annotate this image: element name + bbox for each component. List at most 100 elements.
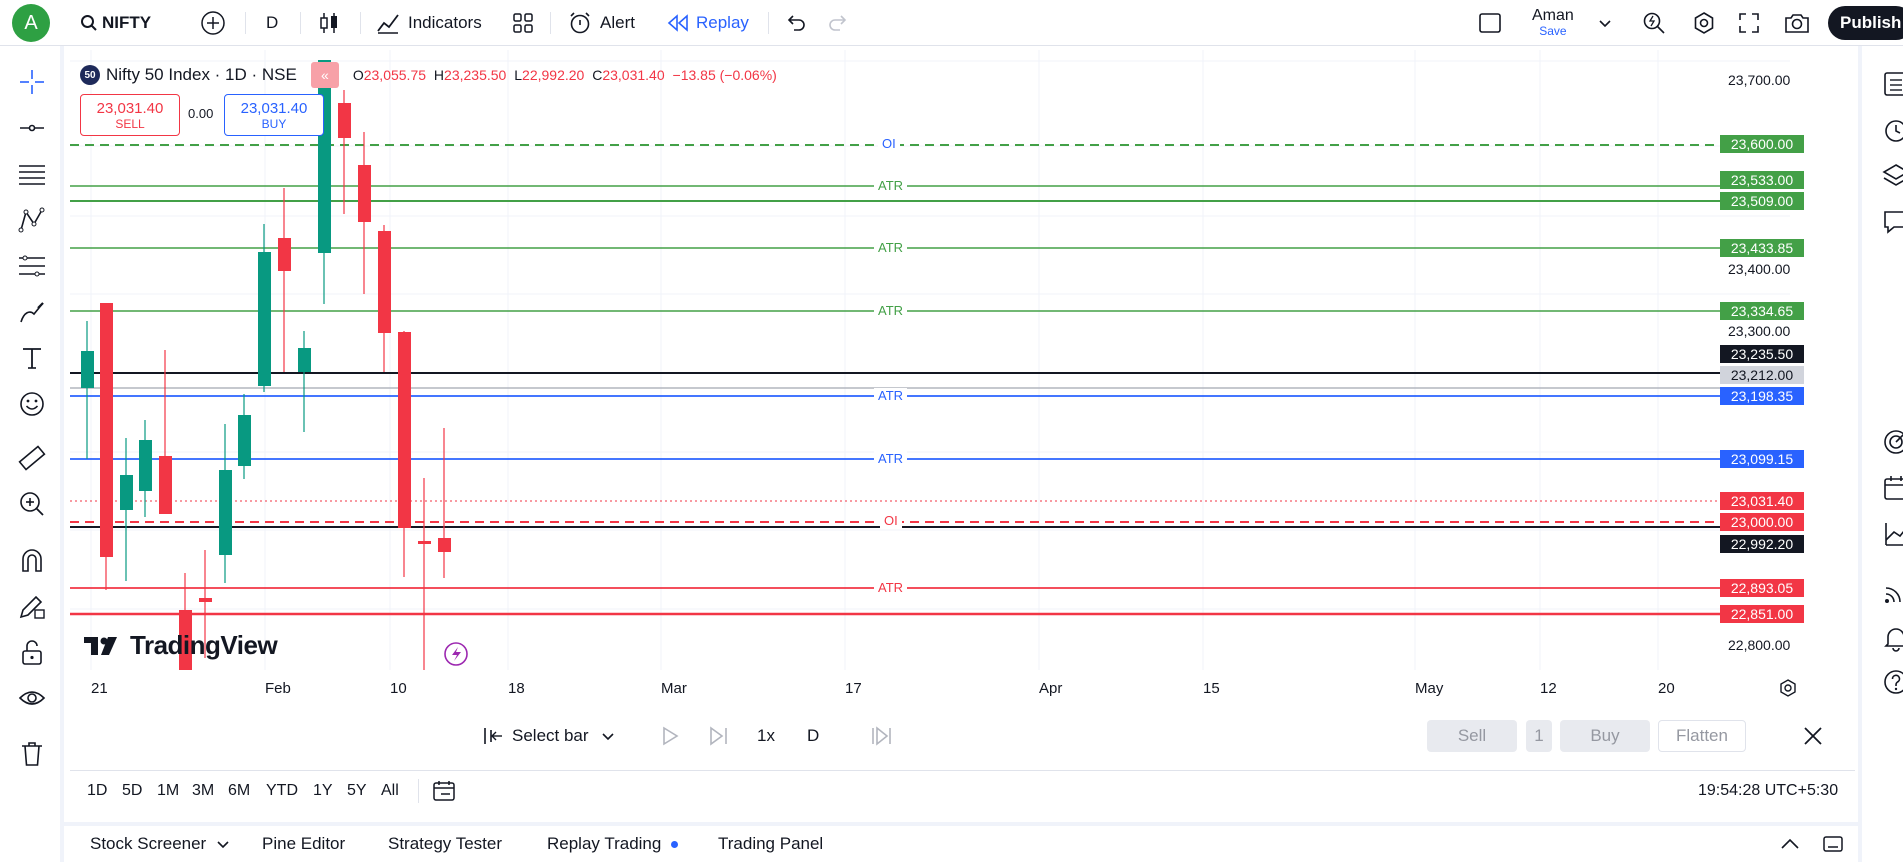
crosshair-tool[interactable] — [14, 64, 50, 100]
range-5y[interactable]: 5Y — [347, 771, 367, 811]
ideas-button[interactable] — [1878, 424, 1903, 460]
flatten-button[interactable]: Flatten — [1658, 720, 1746, 752]
jump-to-realtime-button[interactable] — [870, 720, 894, 752]
pattern-tool[interactable] — [14, 202, 50, 238]
tab-trading-panel[interactable]: Trading Panel — [718, 826, 823, 862]
lightning-search-icon — [1643, 12, 1665, 34]
zoom-tool[interactable] — [14, 486, 50, 522]
fullscreen-button[interactable] — [1738, 0, 1760, 46]
clock-display[interactable]: 19:54:28 UTC+5:30 — [1698, 771, 1838, 811]
price-chart[interactable] — [70, 50, 1855, 670]
speed-button[interactable]: 1x — [757, 720, 775, 752]
interval-button[interactable]: D — [266, 0, 278, 46]
range-3m[interactable]: 3M — [192, 771, 214, 811]
candle-body — [199, 598, 212, 602]
step-forward-button[interactable] — [708, 720, 730, 752]
layout-save-button[interactable]: Aman Save — [1532, 0, 1574, 46]
symbol-search-button[interactable]: NIFTY — [80, 0, 151, 46]
watchlist-button[interactable] — [1878, 66, 1903, 102]
symbol-title[interactable]: Nifty 50 Index · 1D · NSE — [106, 65, 297, 85]
axis-settings-button[interactable] — [1778, 678, 1798, 703]
replay-button[interactable]: Replay — [666, 0, 749, 46]
candle-body — [298, 348, 311, 372]
data-window-button[interactable] — [1878, 574, 1903, 610]
ruler-icon — [18, 445, 46, 471]
range-ytd[interactable]: YTD — [266, 771, 298, 811]
hide-drawings-tool[interactable] — [14, 680, 50, 716]
time-axis-label: Apr — [1039, 680, 1063, 697]
lock-drawings-tool[interactable] — [14, 634, 50, 670]
snapshot-button[interactable] — [1784, 0, 1810, 46]
gear-icon — [1780, 679, 1796, 697]
range-6m[interactable]: 6M — [228, 771, 250, 811]
compare-symbol-button[interactable] — [200, 0, 226, 46]
range-1m[interactable]: 1M — [157, 771, 179, 811]
tab-pine-editor[interactable]: Pine Editor — [262, 826, 345, 862]
alert-button[interactable]: Alert — [568, 0, 635, 46]
forecast-tool[interactable] — [14, 248, 50, 284]
collapse-panel-button[interactable] — [1780, 826, 1800, 862]
layouts-button[interactable] — [512, 0, 534, 46]
ohlc-values: O23,055.75 H23,235.50 L22,992.20 C23,031… — [353, 67, 777, 83]
tab-stock-screener[interactable]: Stock Screener — [90, 826, 230, 862]
go-to-date-button[interactable] — [432, 771, 456, 811]
emoji-tool[interactable] — [14, 386, 50, 422]
notifications-button[interactable] — [1878, 620, 1903, 656]
zoom-in-icon — [20, 492, 44, 516]
close-replay-button[interactable] — [1802, 720, 1824, 752]
select-bar-button[interactable]: Select bar — [482, 720, 615, 752]
layout-menu-button[interactable] — [1598, 0, 1612, 46]
text-tool[interactable] — [14, 340, 50, 376]
chat-icon — [1884, 211, 1903, 234]
step-forward-icon — [710, 726, 727, 746]
tab-strategy-tester[interactable]: Strategy Tester — [388, 826, 502, 862]
buy-price: 23,031.40 — [240, 99, 308, 117]
maximize-panel-button[interactable] — [1822, 826, 1844, 862]
alerts-panel-button[interactable] — [1878, 112, 1903, 148]
active-dot — [671, 840, 679, 848]
tab-replay-trading[interactable]: Replay Trading — [547, 826, 679, 862]
drawing-mode-tool[interactable] — [14, 588, 50, 624]
object-tree-button[interactable] — [1878, 158, 1903, 194]
redo-button[interactable] — [828, 0, 850, 46]
replay-buy-button[interactable]: Buy — [1560, 720, 1650, 752]
remove-drawings-tool[interactable] — [14, 736, 50, 772]
candle-body — [139, 440, 152, 491]
help-button[interactable] — [1878, 664, 1903, 700]
buy-button[interactable]: 23,031.40 BUY — [224, 94, 324, 136]
magnet-tool[interactable] — [14, 542, 50, 578]
calendar-button[interactable] — [1878, 470, 1903, 506]
trend-line-tool[interactable] — [14, 110, 50, 146]
quantity-field[interactable]: 1 — [1526, 720, 1552, 752]
range-all[interactable]: All — [381, 771, 399, 811]
chart-type-button[interactable] — [318, 0, 340, 46]
sell-button[interactable]: 23,031.40 SELL — [80, 94, 180, 136]
range-1d[interactable]: 1D — [87, 771, 107, 811]
undo-button[interactable] — [784, 0, 806, 46]
fullscreen-icon — [1739, 13, 1759, 33]
fullscreen-toggle-button[interactable] — [1478, 0, 1502, 46]
legend-collapse-button[interactable]: « — [310, 62, 339, 88]
user-menu-button[interactable]: A — [12, 0, 50, 46]
atr-label: ATR — [874, 240, 908, 255]
quick-search-button[interactable] — [1642, 0, 1666, 46]
help-icon — [1884, 670, 1903, 694]
range-5d[interactable]: 5D — [122, 771, 142, 811]
replay-interval-button[interactable]: D — [807, 720, 819, 752]
play-button[interactable] — [660, 720, 680, 752]
divider — [768, 12, 769, 34]
range-1y[interactable]: 1Y — [313, 771, 333, 811]
l-label: L — [514, 67, 523, 83]
brush-tool[interactable] — [14, 294, 50, 330]
l-value: 22,992.20 — [522, 67, 585, 83]
publish-button[interactable]: Publish — [1828, 0, 1903, 46]
pine-button[interactable] — [1878, 516, 1903, 552]
replay-sell-button[interactable]: Sell — [1427, 720, 1517, 752]
measure-tool[interactable] — [14, 440, 50, 476]
indicators-button[interactable]: Indicators — [376, 0, 482, 46]
tradingview-logo[interactable]: TradingView — [84, 630, 278, 661]
settings-button[interactable] — [1692, 0, 1716, 46]
fib-tool[interactable] — [14, 156, 50, 192]
price-tag: 23,509.00 — [1720, 192, 1804, 210]
chats-button[interactable] — [1878, 204, 1903, 240]
